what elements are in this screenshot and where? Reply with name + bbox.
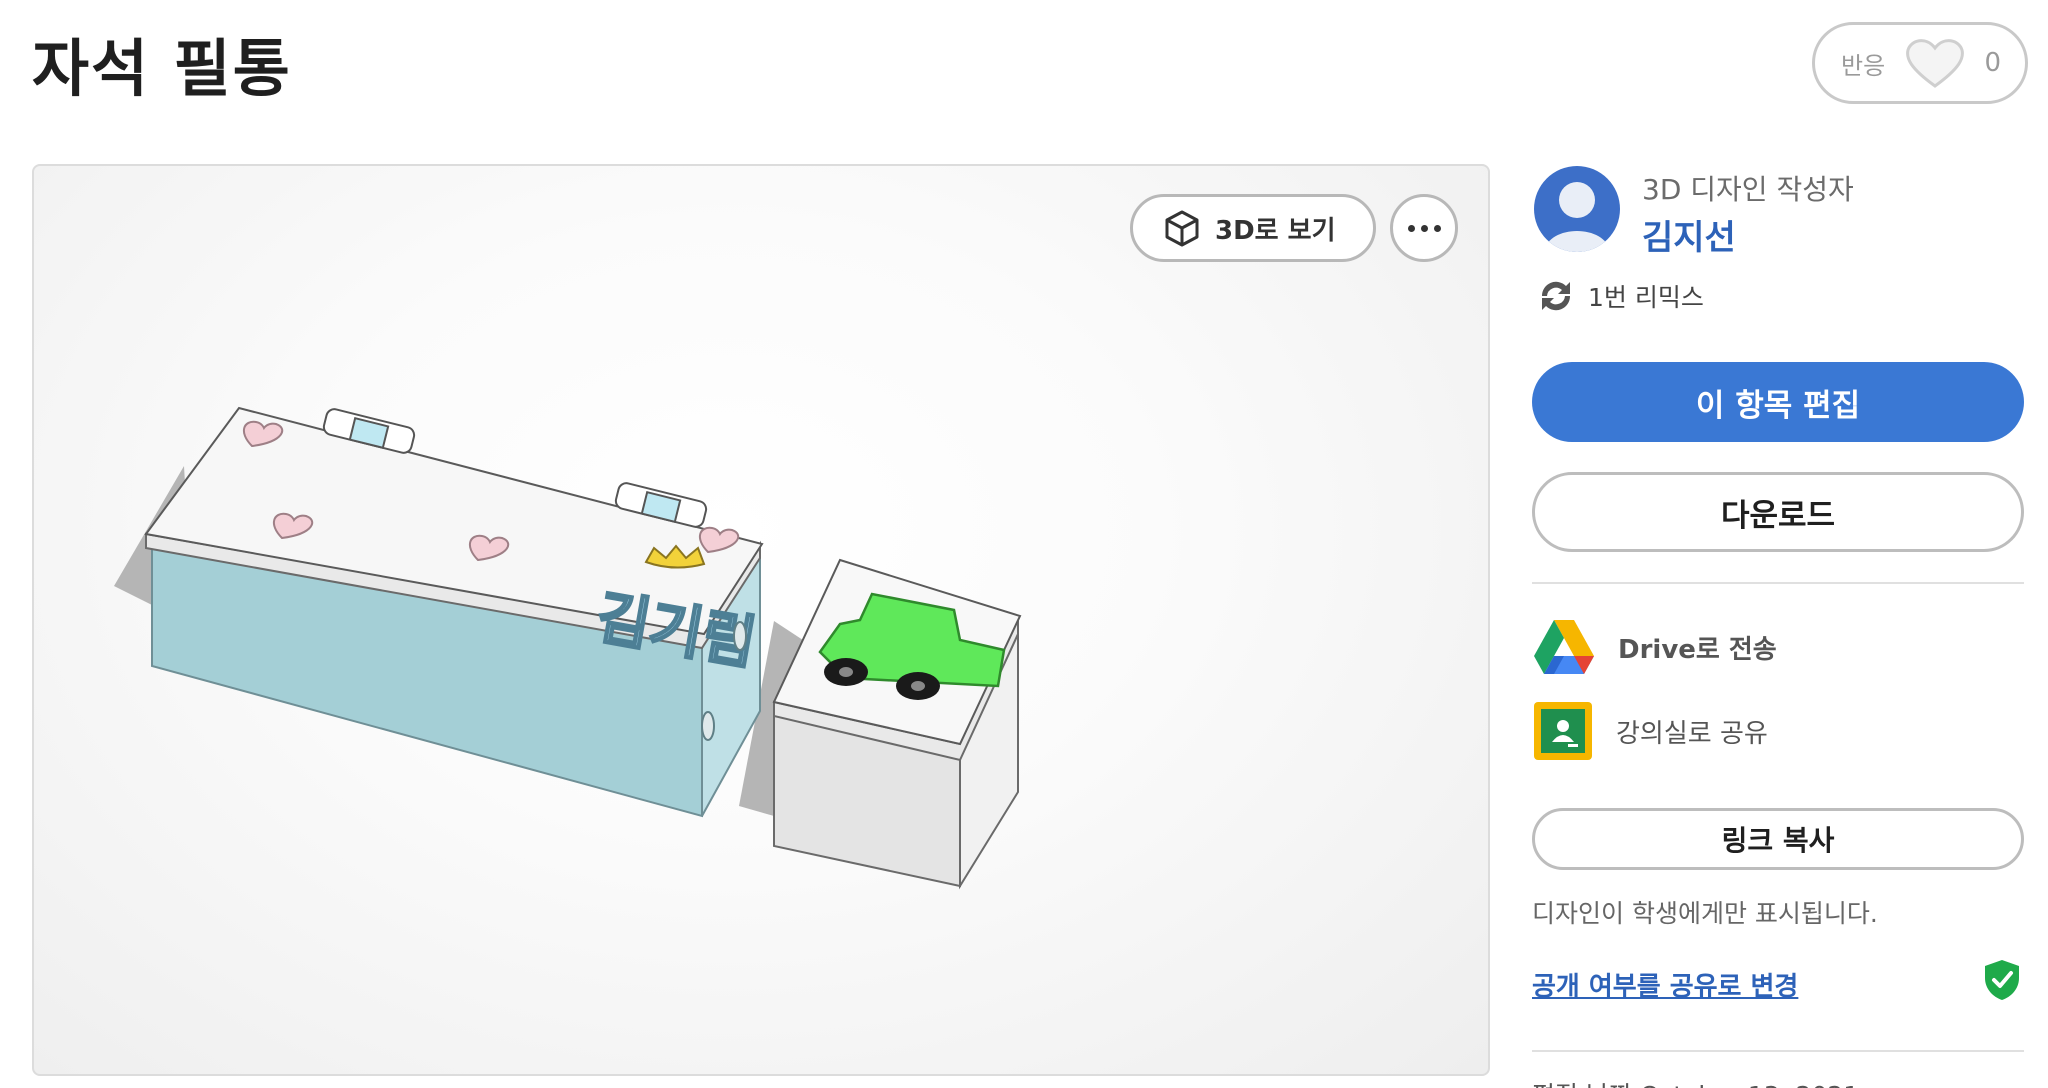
divider <box>1532 582 2024 584</box>
more-horizontal-icon <box>1407 224 1441 232</box>
magnet-hole <box>733 621 747 651</box>
send-to-drive-label: Drive로 전송 <box>1618 634 1777 665</box>
more-options-button[interactable] <box>1390 194 1458 262</box>
author-avatar[interactable] <box>1534 166 1620 252</box>
car-wheel <box>839 667 853 677</box>
google-drive-icon <box>1534 620 1594 674</box>
reaction-button[interactable]: 반응 0 <box>1812 22 2028 104</box>
edited-date: 편집 날짜 October 13, 2021 <box>1532 1076 1859 1088</box>
remix-count: 1번 리믹스 <box>1588 283 1704 312</box>
download-button[interactable]: 다운로드 <box>1532 472 2024 552</box>
remix-info: 1번 리믹스 <box>1534 276 1704 316</box>
send-to-drive-button[interactable]: Drive로 전송 <box>1532 618 1777 676</box>
share-to-classroom-button[interactable]: 강의실로 공유 <box>1532 700 1768 762</box>
magnet-hole <box>701 711 715 741</box>
view-3d-label: 3D로 보기 <box>1215 215 1336 246</box>
user-avatar-icon <box>1544 182 1610 252</box>
heart-icon <box>1905 39 1964 88</box>
reaction-label: 반응 <box>1841 51 1886 80</box>
cube-icon <box>1165 210 1199 247</box>
author-name-link[interactable]: 김지선 <box>1642 210 1736 259</box>
shield-check-icon <box>1985 960 2019 1000</box>
edit-design-button[interactable]: 이 항목 편집 <box>1532 362 2024 442</box>
reaction-count: 0 <box>1984 48 2001 78</box>
copy-link-button[interactable]: 링크 복사 <box>1532 808 2024 870</box>
visibility-note: 디자인이 학생에게만 표시됩니다. <box>1532 899 1878 928</box>
car-wheel <box>911 681 925 691</box>
change-visibility-link[interactable]: 공개 여부를 공유로 변경 <box>1532 966 1798 1003</box>
author-role: 3D 디자인 작성자 <box>1642 173 1854 206</box>
remix-icon <box>1541 281 1571 311</box>
google-classroom-icon <box>1534 702 1592 760</box>
view-3d-button[interactable]: 3D로 보기 <box>1130 194 1376 262</box>
page-title: 자석 필통 <box>32 32 292 105</box>
share-to-classroom-label: 강의실로 공유 <box>1616 718 1768 749</box>
model-viewer[interactable]: 김기림 <box>32 164 1490 1076</box>
model-preview: 김기림 <box>114 406 1022 890</box>
divider <box>1532 1050 2024 1052</box>
crown-decoration <box>644 544 706 569</box>
